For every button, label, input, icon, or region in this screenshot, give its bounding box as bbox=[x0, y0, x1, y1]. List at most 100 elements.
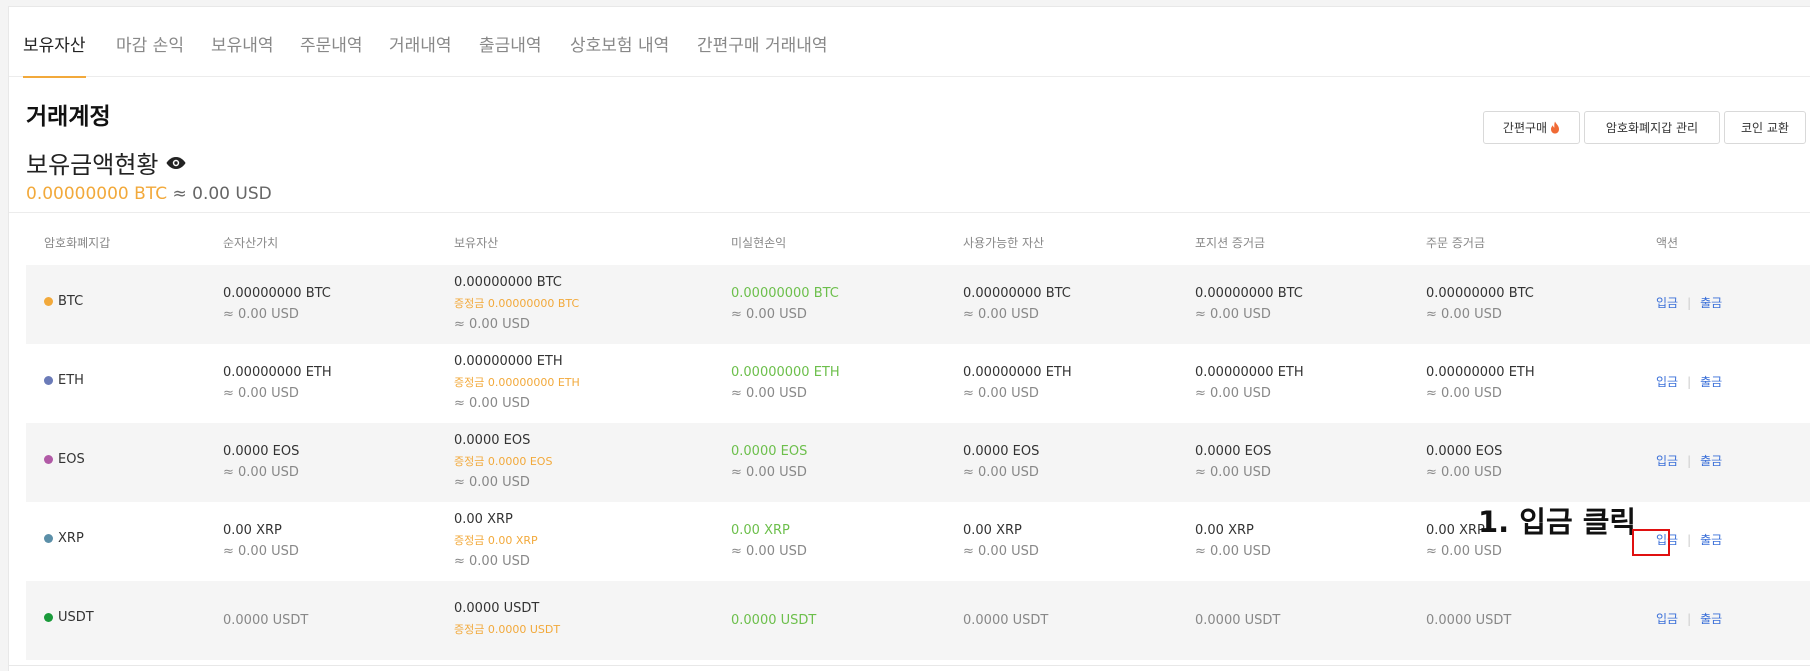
hold-margin: 증정금 0.00000000 ETH bbox=[454, 376, 580, 389]
order-usd: ≈ 0.00 USD bbox=[1426, 465, 1502, 480]
cell-net: 0.00000000 BTC ≈ 0.00 USD bbox=[223, 283, 331, 325]
withdraw-link[interactable]: 출금 bbox=[1700, 610, 1722, 627]
avail-usd: ≈ 0.00 USD bbox=[963, 544, 1039, 559]
coin-dot bbox=[44, 455, 53, 464]
holdings-title: 보유금액현황 bbox=[26, 145, 186, 180]
cell-net: 0.0000 USDT bbox=[223, 610, 308, 631]
th-holdings: 보유자산 bbox=[454, 236, 499, 250]
deposit-link[interactable]: 입금 bbox=[1656, 373, 1678, 390]
coin-name: BTC bbox=[58, 294, 84, 309]
row-actions: 입금 | 출금 bbox=[1656, 294, 1722, 311]
pnl-value: 0.0000 USDT bbox=[731, 613, 817, 628]
deposit-link[interactable]: 입금 bbox=[1656, 452, 1678, 469]
th-unrealized-pnl: 미실현손익 bbox=[731, 236, 787, 250]
action-separator: | bbox=[1687, 374, 1692, 389]
cell-pnl: 0.00000000 BTC ≈ 0.00 USD bbox=[731, 283, 839, 325]
order-value: 0.0000 USDT bbox=[1426, 613, 1512, 628]
hold-usd: ≈ 0.00 USD bbox=[454, 317, 530, 332]
quick-buy-button[interactable]: 간편구매 bbox=[1483, 111, 1580, 144]
pos-usd: ≈ 0.00 USD bbox=[1195, 465, 1271, 480]
withdraw-link[interactable]: 출금 bbox=[1700, 373, 1722, 390]
tab-holdings[interactable]: 보유자산 bbox=[23, 31, 86, 78]
tab-orders[interactable]: 주문내역 bbox=[300, 31, 363, 77]
net-usd: ≈ 0.00 USD bbox=[223, 465, 299, 480]
section-title: 거래계정 bbox=[26, 104, 111, 130]
balance-btc: 0.00000000 BTC bbox=[26, 184, 168, 204]
pnl-usd: ≈ 0.00 USD bbox=[731, 307, 807, 322]
order-value: 0.00000000 ETH bbox=[1426, 365, 1535, 380]
net-value: 0.00000000 BTC bbox=[223, 286, 331, 301]
eye-icon[interactable] bbox=[166, 156, 186, 170]
coin-dot bbox=[44, 376, 53, 385]
cell-holdings: 0.00000000 BTC 증정금 0.00000000 BTC ≈ 0.00 U… bbox=[454, 272, 579, 335]
hold-usd: ≈ 0.00 USD bbox=[454, 396, 530, 411]
withdraw-link[interactable]: 출금 bbox=[1700, 452, 1722, 469]
withdraw-link[interactable]: 출금 bbox=[1700, 531, 1722, 548]
coin-exchange-button[interactable]: 코인 교환 bbox=[1724, 111, 1806, 144]
cell-holdings: 0.0000 USDT 증정금 0.0000 USDT bbox=[454, 598, 560, 640]
wallet-manage-button[interactable]: 암호화폐지갑 관리 bbox=[1584, 111, 1720, 144]
coin-name: USDT bbox=[58, 610, 94, 625]
deposit-link[interactable]: 입금 bbox=[1656, 610, 1678, 627]
net-usd: ≈ 0.00 USD bbox=[223, 386, 299, 401]
table-row: BTC 0.00000000 BTC ≈ 0.00 USD 0.00000000 … bbox=[26, 265, 1810, 344]
hold-margin: 증정금 0.0000 USDT bbox=[454, 623, 561, 636]
hold-value: 0.0000 USDT bbox=[454, 601, 540, 616]
cell-available: 0.0000 USDT bbox=[963, 610, 1048, 631]
avail-value: 0.0000 EOS bbox=[963, 444, 1040, 459]
pos-usd: ≈ 0.00 USD bbox=[1195, 307, 1271, 322]
cell-pnl: 0.0000 EOS ≈ 0.00 USD bbox=[731, 441, 807, 483]
balance-usd: ≈ 0.00 USD bbox=[172, 184, 272, 204]
cell-position-margin: 0.00000000 ETH ≈ 0.00 USD bbox=[1195, 362, 1304, 404]
th-position-margin: 포지션 증거금 bbox=[1195, 236, 1266, 250]
cell-holdings: 0.00 XRP 증정금 0.00 XRP ≈ 0.00 USD bbox=[454, 509, 538, 572]
cell-pnl: 0.00 XRP ≈ 0.00 USD bbox=[731, 520, 807, 562]
coin-label: XRP bbox=[44, 531, 84, 546]
pnl-usd: ≈ 0.00 USD bbox=[731, 386, 807, 401]
total-balance: 0.00000000 BTC ≈ 0.00 USD bbox=[26, 184, 272, 204]
cell-order-margin: 0.00000000 BTC ≈ 0.00 USD bbox=[1426, 283, 1534, 325]
cell-position-margin: 0.0000 EOS ≈ 0.00 USD bbox=[1195, 441, 1271, 483]
pnl-usd: ≈ 0.00 USD bbox=[731, 544, 807, 559]
th-order-margin: 주문 증거금 bbox=[1426, 236, 1486, 250]
cell-net: 0.00 XRP ≈ 0.00 USD bbox=[223, 520, 299, 562]
th-wallet: 암호화폐지갑 bbox=[44, 236, 111, 250]
row-actions: 입금 | 출금 bbox=[1656, 610, 1722, 627]
row-actions: 입금 | 출금 bbox=[1656, 373, 1722, 390]
net-usd: ≈ 0.00 USD bbox=[223, 544, 299, 559]
deposit-link[interactable]: 입금 bbox=[1656, 294, 1678, 311]
cell-available: 0.00000000 ETH ≈ 0.00 USD bbox=[963, 362, 1072, 404]
withdraw-link[interactable]: 출금 bbox=[1700, 294, 1722, 311]
coin-dot bbox=[44, 534, 53, 543]
pnl-value: 0.00000000 ETH bbox=[731, 365, 840, 380]
table-row: USDT 0.0000 USDT 0.0000 USDT 증정금 0.0000 U… bbox=[26, 581, 1810, 660]
cell-holdings: 0.0000 EOS 증정금 0.0000 EOS ≈ 0.00 USD bbox=[454, 430, 552, 493]
tab-holding-history[interactable]: 보유내역 bbox=[211, 31, 274, 77]
holdings-title-text: 보유금액현황 bbox=[26, 151, 159, 179]
tab-trades[interactable]: 거래내역 bbox=[389, 31, 452, 77]
cell-holdings: 0.00000000 ETH 증정금 0.00000000 ETH ≈ 0.00 U… bbox=[454, 351, 580, 414]
th-net-value: 순자산가치 bbox=[223, 236, 279, 250]
table-row: ETH 0.00000000 ETH ≈ 0.00 USD 0.00000000 … bbox=[26, 344, 1810, 423]
order-usd: ≈ 0.00 USD bbox=[1426, 544, 1502, 559]
pnl-value: 0.00 XRP bbox=[731, 523, 790, 538]
coin-name: XRP bbox=[58, 531, 84, 546]
coin-label: ETH bbox=[44, 373, 84, 388]
cell-order-margin: 0.0000 USDT bbox=[1426, 610, 1511, 631]
tab-closed-pnl[interactable]: 마감 손익 bbox=[116, 31, 184, 77]
hold-margin: 증정금 0.00000000 BTC bbox=[454, 297, 580, 310]
coin-dot bbox=[44, 613, 53, 622]
tab-bar: 보유자산 마감 손익 보유내역 주문내역 거래내역 출금내역 상호보험 내역 간… bbox=[9, 7, 1810, 78]
tab-insurance[interactable]: 상호보험 내역 bbox=[570, 31, 669, 77]
avail-value: 0.00000000 ETH bbox=[963, 365, 1072, 380]
tab-withdrawals[interactable]: 출금내역 bbox=[479, 31, 542, 77]
cell-position-margin: 0.00 XRP ≈ 0.00 USD bbox=[1195, 520, 1271, 562]
action-separator: | bbox=[1687, 532, 1692, 547]
tab-quick-buy-history[interactable]: 간편구매 거래내역 bbox=[697, 31, 828, 77]
hold-margin: 증정금 0.00 XRP bbox=[454, 534, 538, 547]
cell-order-margin: 0.00000000 ETH ≈ 0.00 USD bbox=[1426, 362, 1535, 404]
hold-usd: ≈ 0.00 USD bbox=[454, 554, 530, 569]
pos-usd: ≈ 0.00 USD bbox=[1195, 386, 1271, 401]
net-value: 0.0000 USDT bbox=[223, 613, 309, 628]
hold-margin: 증정금 0.0000 EOS bbox=[454, 455, 553, 468]
